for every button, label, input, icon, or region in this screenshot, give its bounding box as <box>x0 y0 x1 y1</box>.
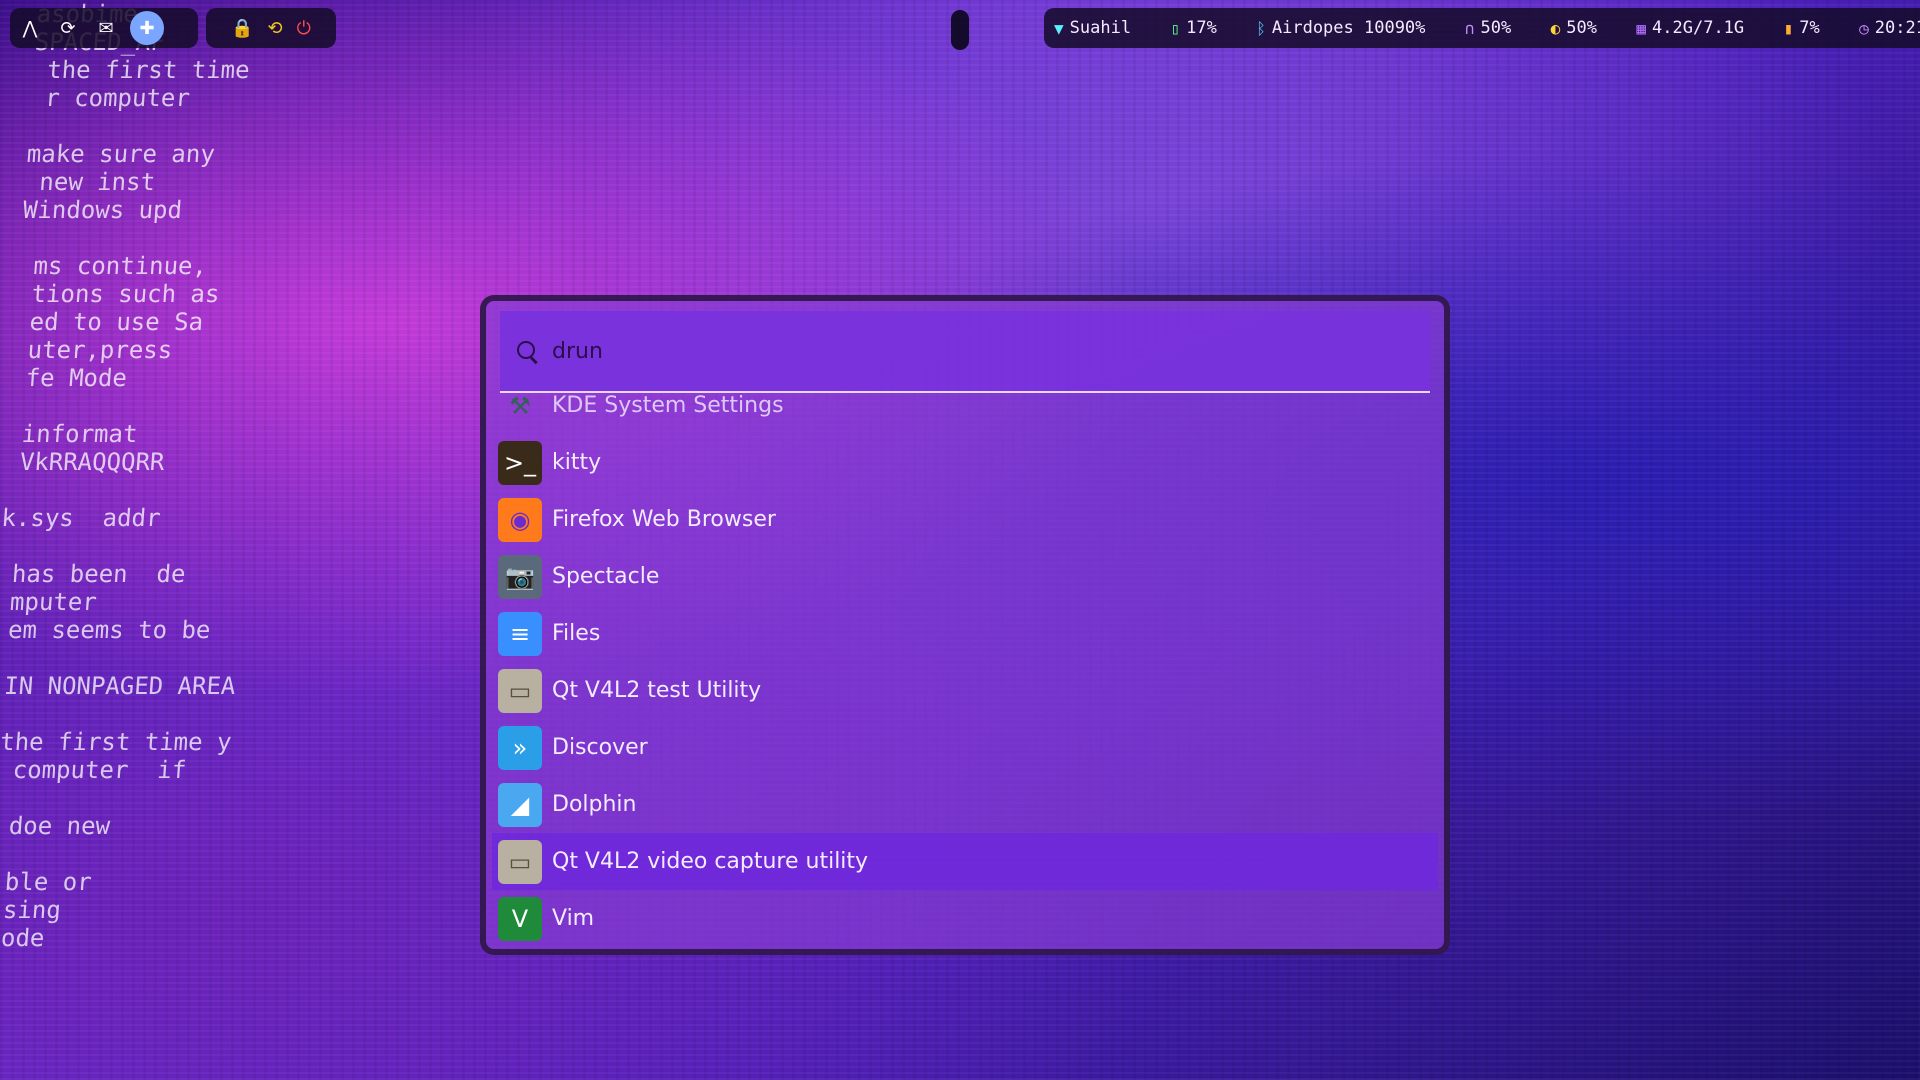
app-list-item[interactable]: >_ kitty <box>492 434 1438 491</box>
arch-icon: ⋀ <box>22 17 38 39</box>
memory-icon: ▦ <box>1636 18 1647 38</box>
headphones-icon: ∩ <box>1464 18 1475 38</box>
clock-module[interactable]: ◷20:21 <box>1859 18 1920 38</box>
app-list-item-label: Qt V4L2 test Utility <box>552 678 762 703</box>
workspace-switcher: ⋀ ⟳ ✉ ✚ <box>10 8 198 48</box>
cpu-icon: ▮ <box>1783 18 1794 38</box>
kitty-icon: >_ <box>498 440 542 485</box>
firefox-icon: ◉ <box>498 497 542 542</box>
app-list-item-label: Spectacle <box>552 564 660 589</box>
reload-icon[interactable]: ⟲ <box>268 18 283 39</box>
search-icon <box>516 340 538 362</box>
cpu-module[interactable]: ▮ 7% <box>1784 18 1820 38</box>
app-list-item[interactable]: ▭ Qt V4L2 test Utility <box>492 662 1438 719</box>
wallpaper-glitch-text: asobime SPACED_AF the first time r compu… <box>0 0 251 952</box>
session-controls: 🔒 ⟲ ⏻ <box>206 8 336 48</box>
cpu-label: 7% <box>1799 18 1820 38</box>
app-list-item-label: Discover <box>552 735 648 760</box>
app-list-item-label: Dolphin <box>552 792 637 817</box>
brightness-icon: ◐ <box>1550 18 1561 38</box>
app-list-item-label: KDE System Settings <box>552 395 784 418</box>
app-list-item-label: Files <box>552 621 601 646</box>
dolphin-icon: ◢ <box>498 782 542 827</box>
app-list-item-label: Firefox Web Browser <box>552 507 776 532</box>
power-cycle-icon: ⟳ <box>60 17 76 39</box>
memory-module[interactable]: ▦ 4.2G/7.1G <box>1636 18 1744 38</box>
memory-label: 4.2G/7.1G <box>1652 18 1745 38</box>
app-launcher: drun ⚒ KDE System Settings >_ kitty ◉ Firefox… <box>480 295 1450 955</box>
steam-icon: ✚ <box>139 17 155 39</box>
clock-icon: ◷ <box>1859 18 1869 38</box>
bluetooth-label: Airdopes 10090% <box>1271 18 1426 38</box>
wifi-module[interactable]: ▼ Suahil <box>1054 18 1131 38</box>
search-input[interactable]: drun <box>552 339 603 364</box>
battery-label: 17% <box>1186 18 1217 38</box>
bluetooth-icon: ᛒ <box>1256 18 1266 38</box>
app-list-item[interactable]: ◢ Dolphin <box>492 776 1438 833</box>
power-icon[interactable]: ⏻ <box>297 18 311 39</box>
brightness-label: 50% <box>1566 18 1597 38</box>
workspace-button-4[interactable]: ✚ <box>130 11 164 45</box>
volume-module[interactable]: ∩ 50% <box>1465 18 1511 38</box>
app-list-item[interactable]: 📷 Spectacle <box>492 548 1438 605</box>
app-list: ⚒ KDE System Settings >_ kitty ◉ Firefox Web … <box>486 395 1444 949</box>
app-list-item[interactable]: V Vim <box>492 890 1438 947</box>
app-list-item[interactable]: ⚒ KDE System Settings <box>492 395 1438 434</box>
app-list-item-label: Vim <box>552 906 595 931</box>
wifi-label: Suahil <box>1069 18 1132 38</box>
volume-label: 50% <box>1480 18 1512 38</box>
workspace-button-2[interactable]: ⟳ <box>54 14 82 42</box>
files-icon: ≡ <box>498 611 542 656</box>
spectacle-icon: 📷 <box>498 554 542 599</box>
clock-label: 20:21 <box>1874 18 1920 38</box>
app-list-item-label: Qt V4L2 video capture utility <box>552 849 869 874</box>
search-bar[interactable]: drun <box>500 311 1430 393</box>
app-list-item-label: kitty <box>552 450 602 475</box>
app-list-item[interactable]: » Discover <box>492 719 1438 776</box>
lock-icon[interactable]: 🔒 <box>231 18 253 39</box>
status-modules: ▼ Suahil ▯ 17% ᛒ Airdopes 10090% ∩ 50% ◐ 50% ▦ 4.2G… <box>1044 8 1920 48</box>
workspace-button-1[interactable]: ⋀ <box>16 14 44 42</box>
vim-icon: V <box>498 896 542 941</box>
battery-icon: ▯ <box>1170 18 1181 38</box>
battery-module[interactable]: ▯ 17% <box>1170 18 1216 38</box>
wifi-icon: ▼ <box>1054 18 1064 38</box>
qt-v4l2-test-icon: ▭ <box>498 668 542 713</box>
bar-center-separator <box>951 10 969 50</box>
mail-icon: ✉ <box>98 17 114 39</box>
app-list-item[interactable]: ▭ Qt V4L2 video capture utility <box>492 833 1438 890</box>
discover-icon: » <box>498 725 542 770</box>
app-list-item[interactable]: ≡ Files <box>492 605 1438 662</box>
workspace-button-3[interactable]: ✉ <box>92 14 120 42</box>
kde-settings-icon: ⚒ <box>509 395 531 420</box>
brightness-module[interactable]: ◐ 50% <box>1551 18 1597 38</box>
qt-v4l2-capture-icon: ▭ <box>498 839 542 884</box>
bluetooth-module[interactable]: ᛒ Airdopes 10090% <box>1256 18 1425 38</box>
app-list-item[interactable]: ◉ Firefox Web Browser <box>492 491 1438 548</box>
